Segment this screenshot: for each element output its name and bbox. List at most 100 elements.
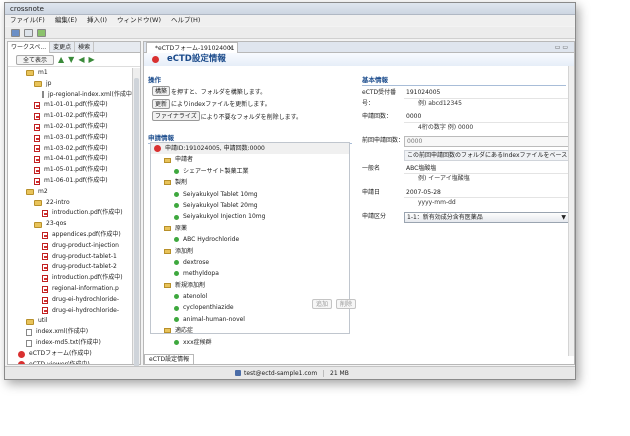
workspace-tree-item[interactable]: eCTD viewer(作成中) (8, 360, 132, 364)
basic-info-section: 基本情報 eCTD受付番号： 191024005 例) abcd12345 申請回数：… (358, 72, 570, 362)
application-tree-item[interactable]: 添加剤 (151, 246, 349, 257)
application-tree-item[interactable]: ABC Hydrochloride (151, 234, 349, 245)
delete-button[interactable]: 削除 (336, 299, 357, 309)
ectd-icon (152, 56, 159, 63)
status-user: test@ectd-sample1.com (235, 370, 317, 377)
workspace-tree-item[interactable]: appendices.pdf(作成中) (8, 230, 132, 241)
workspace-tree-item[interactable]: jp-regional-index.xml(作成中) (8, 90, 132, 101)
application-section: 申請情報 申請ID:191024005, 申請回数:0000 申請者 シェアーサイト… (144, 130, 356, 354)
workspace-tree-item[interactable]: drug-product-tablet-2 (8, 262, 132, 273)
field-value: 0000 (406, 113, 422, 121)
item-dot-icon (174, 237, 179, 243)
workspace-scrollbar[interactable] (132, 68, 140, 378)
application-tree-label: 添加剤 (175, 247, 194, 255)
minimize-icon[interactable]: ▭ ▭ (555, 44, 568, 51)
application-root[interactable]: 申請ID:191024005, 申請回数:0000 (151, 143, 349, 155)
close-icon[interactable]: × (228, 43, 233, 54)
category-select[interactable]: 1-1：新有効成分含有医薬品 ▼ (404, 211, 570, 223)
workspace-tree-item[interactable]: m1-01-02.pdf(作成中) (8, 111, 132, 122)
workspace-tree-item[interactable]: m1-02-01.pdf(作成中) (8, 122, 132, 133)
build-button[interactable]: 構築 (152, 86, 171, 97)
workspace-tree-item[interactable]: m1 (8, 68, 132, 79)
workspace-tree-item[interactable]: jp (8, 79, 132, 90)
finalize-button[interactable]: ファイナライズ (152, 111, 200, 122)
field-label: 申請回数： (362, 113, 393, 121)
chevron-down-icon[interactable]: ▼ (561, 213, 566, 223)
workspace-tree-item[interactable]: drug-ei-hydrochloride- (8, 306, 132, 317)
save-icon[interactable] (11, 28, 20, 37)
workspace-tree-item[interactable]: m1-03-01.pdf(作成中) (8, 133, 132, 144)
application-tree-item[interactable]: 製剤 (151, 177, 349, 188)
application-tree-item[interactable]: シェアーサイト製薬工業 (151, 166, 349, 177)
pdf-icon (42, 264, 48, 272)
op-update-row: 更新 によりindexファイルを更新します。 (144, 98, 356, 111)
workspace-tree-item[interactable]: index.xml(作成中) (8, 327, 132, 338)
application-tree-item[interactable]: dextrose (151, 257, 349, 268)
workspace-tree-item[interactable]: m1-05-01.pdf(作成中) (8, 165, 132, 176)
workspace-tree-item[interactable]: 22-intro (8, 198, 132, 209)
menu-window[interactable]: ウィンドウ(W) (117, 15, 161, 26)
workspace-tree-label: m1-06-01.pdf(作成中) (44, 176, 108, 184)
menu-edit[interactable]: 編集(E) (55, 15, 77, 26)
workspace-tree-item[interactable]: m2 (8, 187, 132, 198)
workspace-tree-item[interactable]: 23-qos (8, 219, 132, 230)
field-input[interactable]: 191024005 (404, 88, 570, 99)
editor-scrollbar[interactable] (568, 66, 574, 356)
workspace-tree-item[interactable]: drug-ei-hydrochloride- (8, 295, 132, 306)
tab-search[interactable]: 検索 (75, 41, 95, 53)
move-down-icon[interactable]: ▼ (68, 55, 74, 65)
field-input[interactable]: ABC塩酸塩 (404, 164, 570, 175)
workspace-tree-item[interactable]: drug-product-injection (8, 241, 132, 252)
workspace-tree-label: jp (46, 79, 52, 87)
folder-icon (34, 81, 42, 88)
menu-help[interactable]: ヘルプ(H) (171, 15, 200, 26)
application-tree-item[interactable]: methyldopa (151, 268, 349, 279)
workspace-tree-item[interactable]: m1-04-01.pdf(作成中) (8, 154, 132, 165)
application-tree-item[interactable]: 新規添加剤 (151, 280, 349, 291)
application-tree-item[interactable]: Seiyakukyol Tablet 10mg (151, 189, 349, 200)
application-tree-item[interactable]: 申請者 (151, 154, 349, 165)
workspace-tree-item[interactable]: m1-06-01.pdf(作成中) (8, 176, 132, 187)
tab-ectd-settings[interactable]: eCTD設定情報 (144, 354, 195, 364)
folder-icon (26, 189, 34, 196)
back-icon[interactable]: ◀ (78, 55, 84, 65)
move-up-icon[interactable]: ▲ (58, 55, 64, 65)
application-tree-item[interactable]: 適応症 (151, 325, 349, 336)
field-input[interactable]: 0000 (404, 136, 570, 147)
print-icon[interactable] (24, 28, 33, 37)
application-tree-item[interactable]: xxx症候群 (151, 337, 349, 348)
application-tree-label: Seiyakukyol Tablet 10mg (183, 190, 258, 198)
field-input[interactable]: この前回申請回数のフォルダにあるIndexファイルをベース (404, 149, 570, 161)
workspace-tree-item[interactable]: index-md5.txt(作成中) (8, 338, 132, 349)
workspace-tree-item[interactable]: introduction.pdf(作成中) (8, 273, 132, 284)
workspace-tree-item[interactable]: m1-01-01.pdf(作成中) (8, 100, 132, 111)
menu-file[interactable]: ファイル(F) (10, 15, 45, 26)
workspace-tree-item[interactable]: util (8, 316, 132, 327)
application-tree-item[interactable]: animal-human-novel (151, 314, 349, 325)
forward-icon[interactable]: ▶ (88, 55, 94, 65)
workspace-tree-item[interactable]: drug-product-tablet-1 (8, 252, 132, 263)
application-tree-item[interactable]: Seiyakukyol Tablet 20mg (151, 200, 349, 211)
tab-changes[interactable]: 変更点 (50, 41, 76, 53)
workspace-tree-item[interactable]: eCTDフォーム(作成中) (8, 349, 132, 360)
workspace-tree-item[interactable]: introduction.pdf(作成中) (8, 208, 132, 219)
item-dot-icon (174, 214, 179, 220)
workspace-tree-item[interactable]: m1-03-02.pdf(作成中) (8, 144, 132, 155)
workspace-tree-item[interactable]: regional-information.p (8, 284, 132, 295)
field-input[interactable]: 0000 (404, 112, 570, 123)
tab-ectd-form[interactable]: *eCTDフォーム-191024001 × (146, 42, 238, 53)
application-tree-item[interactable]: 原薬 (151, 223, 349, 234)
application-tree-item[interactable]: Seiyakukyol Injection 10mg (151, 211, 349, 222)
tab-workspace[interactable]: ワークスペ... (8, 41, 51, 53)
application-tree-label: Seiyakukyol Injection 10mg (183, 213, 266, 221)
editor-heading: eCTD設定情報 (144, 53, 574, 66)
show-all-button[interactable]: 全て表示 (16, 54, 55, 65)
add-button[interactable]: 追加 (312, 299, 333, 309)
refresh-icon[interactable] (37, 28, 46, 37)
update-button[interactable]: 更新 (152, 98, 171, 109)
menu-insert[interactable]: 挿入(I) (87, 15, 107, 26)
basic-info-title: 基本情報 (362, 76, 388, 84)
field-input[interactable]: 2007-05-28 (404, 188, 570, 199)
pdf-icon (42, 231, 48, 239)
field-label: 一般名 (362, 164, 381, 172)
